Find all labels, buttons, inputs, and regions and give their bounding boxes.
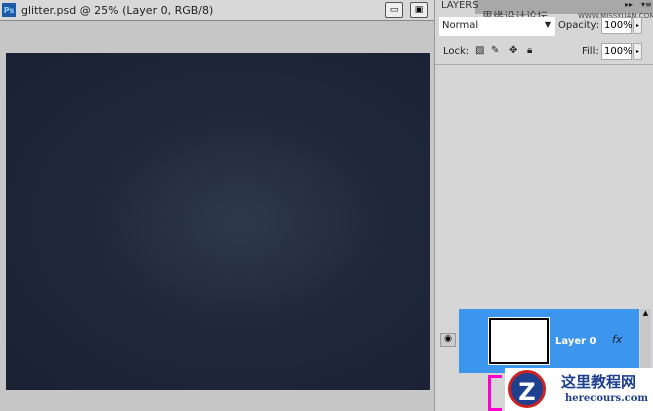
layer-row[interactable]: Layer 0 fx [459, 309, 639, 373]
layer-name: Layer 0 [555, 336, 597, 347]
photoshop-icon: Ps [2, 3, 16, 17]
logo-url-text: herecours.com [565, 393, 649, 404]
panel-collapse-icon[interactable]: ▸▸ [625, 0, 633, 9]
lock-label: Lock: [443, 46, 470, 57]
lock-brush-icon[interactable]: ✎ [491, 45, 499, 56]
lock-all-icon[interactable]: 🔒︎ [527, 45, 532, 56]
fill-slider-button[interactable]: ▸ [633, 43, 642, 60]
minimize-button[interactable]: ▭ [385, 2, 403, 18]
lock-move-icon[interactable]: ✥ [509, 45, 517, 56]
fill-input[interactable]: 100% [601, 43, 633, 60]
restore-icon: ▣ [414, 5, 424, 15]
divider [435, 64, 653, 65]
watermark-logo: Z 这里教程网 herecours.com [505, 368, 653, 411]
blend-mode-value: Normal [442, 20, 479, 31]
restore-button[interactable]: ▣ [410, 2, 428, 18]
scrollbar[interactable]: ▲ [640, 309, 651, 373]
opacity-slider-button[interactable]: ▸ [633, 17, 642, 34]
opacity-label: Opacity: [558, 20, 600, 31]
layers-panel: LAYERS ▸▸ ▾≡ 思缘设计论坛 WWW.MISSYUAN.COM Nor… [434, 0, 653, 411]
minimize-icon: ▭ [389, 5, 399, 15]
layer-mask-thumbnail [488, 375, 502, 411]
logo-cn-text: 这里教程网 [561, 373, 637, 391]
layer-thumbnail [488, 317, 550, 365]
document-window: Ps glitter.psd @ 25% (Layer 0, RGB/8) ▭ … [0, 0, 434, 411]
blend-mode-select[interactable]: Normal ▼ [439, 17, 555, 36]
tab-layers[interactable]: LAYERS [435, 0, 479, 14]
lock-transparent-icon[interactable]: ▧ [475, 45, 484, 56]
canvas[interactable] [6, 53, 430, 390]
panel-menu-icon[interactable]: ▾≡ [641, 0, 652, 9]
fill-label: Fill: [582, 46, 599, 57]
logo-icon: Z [508, 370, 546, 408]
fx-icon[interactable]: fx [612, 333, 622, 346]
document-title-bar: Ps glitter.psd @ 25% (Layer 0, RGB/8) ▭ … [0, 0, 434, 21]
opacity-input[interactable]: 100% [601, 17, 633, 34]
document-title: glitter.psd @ 25% (Layer 0, RGB/8) [21, 3, 214, 17]
chevron-down-icon: ▼ [544, 20, 551, 29]
visibility-eye-icon[interactable]: ◉ [440, 333, 456, 347]
